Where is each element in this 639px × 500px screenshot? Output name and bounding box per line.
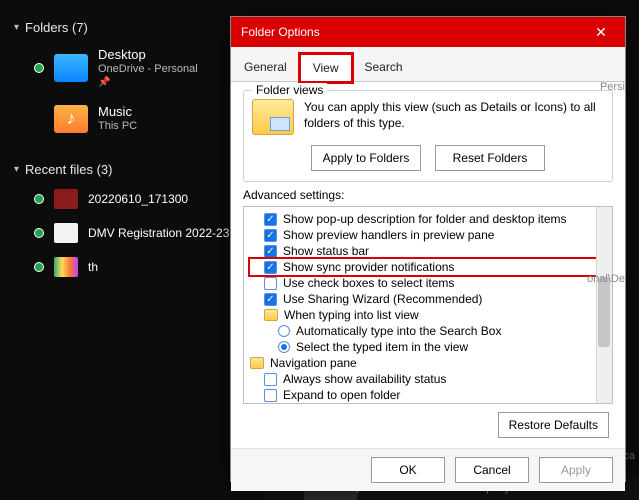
sync-icon — [34, 63, 44, 73]
dialog-title: Folder Options — [241, 25, 320, 39]
folder-views-icon — [252, 99, 294, 135]
group-legend: Folder views — [252, 83, 327, 97]
sync-icon — [34, 262, 44, 272]
tree-label: Always show availability status — [283, 372, 446, 386]
apply-button[interactable]: Apply — [539, 457, 613, 483]
tree-label: Use check boxes to select items — [283, 276, 454, 290]
radio-icon[interactable] — [278, 341, 290, 353]
close-icon[interactable]: ✕ — [587, 21, 615, 43]
chevron-down-icon: ▾ — [14, 22, 19, 33]
folder-views-group: Folder views You can apply this view (su… — [243, 90, 613, 182]
advanced-settings-label: Advanced settings: — [243, 188, 613, 202]
recent-label: Recent files (3) — [25, 162, 112, 177]
music-folder-icon: ♪ — [54, 105, 88, 133]
folder-name: Music — [98, 104, 137, 120]
folder-views-desc: You can apply this view (such as Details… — [304, 99, 604, 135]
restore-defaults-button[interactable]: Restore Defaults — [498, 412, 609, 438]
advanced-settings-tree[interactable]: ✓ Show pop-up description for folder and … — [243, 206, 613, 404]
tab-search[interactable]: Search — [352, 53, 416, 81]
checkbox-icon[interactable]: ✓ — [264, 293, 277, 306]
truncated-text: Persi — [600, 81, 625, 93]
checkbox-icon[interactable] — [264, 373, 277, 386]
tree-label: Use Sharing Wizard (Recommended) — [283, 292, 482, 306]
checkbox-icon[interactable]: ✓ — [264, 245, 277, 258]
dialog-titlebar[interactable]: Folder Options ✕ — [231, 17, 625, 47]
folder-node-icon — [264, 309, 278, 321]
reset-folders-button[interactable]: Reset Folders — [435, 145, 545, 171]
view-pane: Folder views You can apply this view (su… — [231, 82, 625, 448]
cancel-button[interactable]: Cancel — [455, 457, 529, 483]
tree-label: Select the typed item in the view — [296, 340, 468, 354]
tree-label: Expand to open folder — [283, 388, 400, 402]
folder-location: This PC — [98, 120, 137, 134]
tree-label: When typing into list view — [284, 308, 419, 322]
tab-view[interactable]: View — [300, 54, 352, 82]
scrollbar[interactable] — [596, 207, 612, 403]
highlighted-sync-row[interactable]: ✓ Show sync provider notifications — [250, 259, 612, 275]
folder-name: Desktop — [98, 47, 198, 63]
tree-label: Navigation pane — [270, 356, 357, 370]
checkbox-icon[interactable] — [264, 277, 277, 290]
folder-node-icon — [250, 357, 264, 369]
pin-icon: 📌 — [98, 77, 198, 90]
folders-label: Folders (7) — [25, 20, 88, 35]
video-thumb-icon — [54, 189, 78, 209]
chevron-down-icon: ▾ — [14, 164, 19, 175]
recent-name: th — [88, 260, 98, 274]
tab-general[interactable]: General — [231, 53, 300, 81]
checkbox-icon[interactable] — [264, 389, 277, 402]
tab-strip: General View Search — [231, 47, 625, 82]
checkbox-icon[interactable]: ✓ — [264, 261, 277, 274]
recent-name: 20220610_171300 — [88, 192, 188, 206]
image-thumb-icon — [54, 257, 78, 277]
folder-location: OneDrive - Personal — [98, 63, 198, 77]
recent-name: DMV Registration 2022-23 — [88, 226, 229, 240]
doc-thumb-icon — [54, 223, 78, 243]
dialog-button-row: OK Cancel Apply — [231, 448, 625, 491]
checkbox-icon[interactable]: ✓ — [264, 213, 277, 226]
tree-label: Show preview handlers in preview pane — [283, 228, 494, 242]
tree-label: Show pop-up description for folder and d… — [283, 212, 567, 226]
sync-icon — [34, 228, 44, 238]
ok-button[interactable]: OK — [371, 457, 445, 483]
tree-label: Show sync provider notifications — [283, 260, 454, 274]
folder-info: Music This PC — [98, 104, 137, 134]
folder-info: Desktop OneDrive - Personal 📌 — [98, 47, 198, 90]
sync-icon — [34, 194, 44, 204]
tree-label: Show status bar — [283, 244, 369, 258]
apply-to-folders-button[interactable]: Apply to Folders — [311, 145, 421, 171]
checkbox-icon[interactable]: ✓ — [264, 229, 277, 242]
truncated-text: onal\De — [587, 273, 625, 285]
radio-icon[interactable] — [278, 325, 290, 337]
folder-icon — [54, 54, 88, 82]
folder-options-dialog: Folder Options ✕ General View Search Fol… — [230, 16, 626, 482]
tree-label: Automatically type into the Search Box — [296, 324, 501, 338]
